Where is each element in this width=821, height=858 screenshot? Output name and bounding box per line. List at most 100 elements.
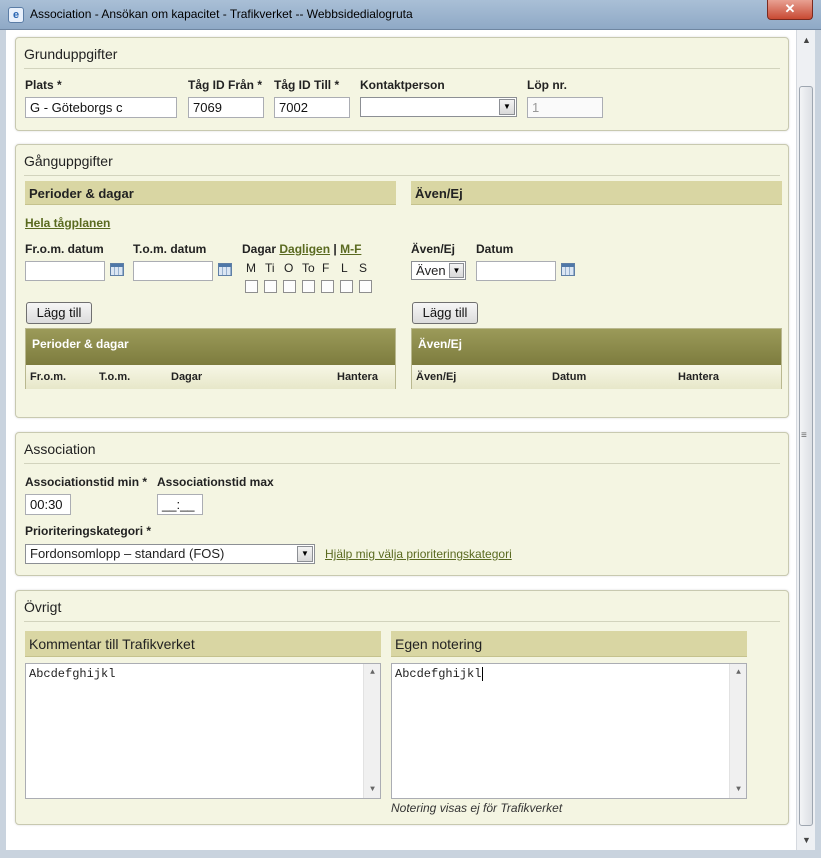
associationstid-min-input[interactable]: 00:30: [25, 494, 71, 515]
aven-header: Även/Ej: [411, 181, 782, 205]
lop-nr-input: 1: [527, 97, 603, 118]
tom-datum-label: T.o.m. datum: [133, 242, 207, 256]
col-datum: Datum: [552, 371, 587, 383]
prioriteringskategori-label: Prioriteringskategori *: [25, 524, 152, 538]
fieldset-ovrigt: Övrigt Kommentar till Trafikverket Abcde…: [15, 590, 789, 825]
plats-input[interactable]: G - Göteborgs c: [25, 97, 177, 118]
window-titlebar: e Association - Ansökan om kapacitet - T…: [0, 0, 821, 30]
m-f-link[interactable]: M-F: [340, 242, 361, 256]
kommentar-text: Abcdefghijkl: [29, 667, 116, 681]
scroll-up-icon[interactable]: ▲: [364, 668, 381, 677]
scroll-up-icon[interactable]: ▲: [730, 668, 747, 677]
tom-datum-input[interactable]: [133, 261, 213, 281]
legend-ganguppgifter: Gånguppgifter: [24, 153, 113, 169]
aven-ej-select[interactable]: Även ▼: [411, 261, 466, 280]
dagar-label: Dagar Dagligen | M-F: [242, 242, 361, 256]
perioder-grid-title: Perioder & dagar: [26, 329, 395, 365]
scrollbar[interactable]: ▲ ▼: [363, 664, 380, 798]
lagg-till-perioder-button[interactable]: Lägg till: [26, 302, 92, 324]
from-datum-label: Fr.o.m. datum: [25, 242, 104, 256]
close-window-button[interactable]: ✕: [767, 0, 813, 20]
day-label-o: O: [284, 261, 294, 275]
calendar-icon[interactable]: [561, 263, 575, 276]
tag-id-till-label: Tåg ID Till *: [274, 78, 340, 92]
help-prioriteringskategori-link[interactable]: Hjälp mig välja prioriteringskategori: [325, 547, 512, 561]
egen-notering-text: Abcdefghijkl: [395, 667, 482, 681]
scroll-down-icon[interactable]: ▼: [364, 785, 381, 794]
day-label-s: S: [359, 261, 368, 275]
calendar-icon[interactable]: [110, 263, 124, 276]
fieldset-ganguppgifter: Gånguppgifter Perioder & dagar Även/Ej H…: [15, 144, 789, 418]
associationstid-min-label: Associationstid min *: [25, 475, 148, 489]
scroll-up-icon[interactable]: ▲: [797, 32, 816, 48]
col-tom: T.o.m.: [99, 371, 131, 383]
dialog-content: Grunduppgifter Plats * G - Göteborgs c T…: [6, 30, 796, 850]
chevron-down-icon[interactable]: ▼: [499, 99, 515, 115]
perioder-header: Perioder & dagar: [25, 181, 396, 205]
separator: |: [333, 242, 337, 256]
text-cursor: [482, 667, 484, 681]
plats-label: Plats *: [25, 78, 62, 92]
fieldset-grunduppgifter: Grunduppgifter Plats * G - Göteborgs c T…: [15, 37, 789, 131]
day-checkbox-f[interactable]: [321, 280, 334, 293]
day-checkbox-m[interactable]: [245, 280, 258, 293]
aven-grid-columns: Även/Ej Datum Hantera: [412, 365, 781, 389]
col-hantera: Hantera: [678, 371, 719, 383]
day-label-m: M: [246, 261, 256, 275]
lagg-till-aven-button[interactable]: Lägg till: [412, 302, 478, 324]
col-dagar: Dagar: [171, 371, 203, 383]
day-checkbox-o[interactable]: [283, 280, 296, 293]
datum-input[interactable]: [476, 261, 556, 281]
dagligen-link[interactable]: Dagligen: [279, 242, 330, 256]
scroll-down-icon[interactable]: ▼: [730, 785, 747, 794]
kontaktperson-label: Kontaktperson: [360, 78, 445, 92]
hela-tagplanen-link[interactable]: Hela tågplanen: [25, 216, 110, 230]
divider: [24, 68, 780, 69]
scrollbar-thumb[interactable]: [799, 86, 813, 826]
aven-grid: Även/Ej Även/Ej Datum Hantera: [411, 328, 782, 389]
aven-grid-title: Även/Ej: [412, 329, 781, 365]
aven-ej-value: Även: [416, 263, 446, 278]
perioder-grid-columns: Fr.o.m. T.o.m. Dagar Hantera: [26, 365, 395, 389]
tag-id-fran-input[interactable]: 7069: [188, 97, 264, 118]
divider: [24, 621, 780, 622]
col-hantera: Hantera: [337, 371, 378, 383]
datum-label: Datum: [476, 242, 514, 256]
scrollbar[interactable]: ▲ ▼: [729, 664, 746, 798]
aven-ej-label: Även/Ej: [411, 242, 456, 256]
grip-icon: ≡: [801, 430, 807, 441]
scroll-down-icon[interactable]: ▼: [797, 832, 816, 848]
fieldset-association: Association Associationstid min * 00:30 …: [15, 432, 789, 576]
notering-info: Notering visas ej för Trafikverket: [391, 801, 563, 815]
window-scrollbar[interactable]: ▲ ≡ ▼: [796, 30, 815, 850]
legend-association: Association: [24, 441, 96, 457]
tag-id-till-input[interactable]: 7002: [274, 97, 350, 118]
lop-nr-label: Löp nr.: [527, 78, 567, 92]
kommentar-header: Kommentar till Trafikverket: [25, 631, 381, 657]
prioriteringskategori-value: Fordonsomlopp – standard (FOS): [30, 546, 225, 561]
day-label-l: L: [341, 261, 348, 275]
chevron-down-icon[interactable]: ▼: [449, 263, 464, 278]
associationstid-max-label: Associationstid max: [157, 475, 274, 489]
associationstid-max-input[interactable]: __:__: [157, 494, 203, 515]
legend-ovrigt: Övrigt: [24, 599, 62, 615]
ie-app-icon: e: [8, 7, 24, 23]
day-label-f: F: [322, 261, 330, 275]
day-label-to: To: [302, 261, 315, 275]
kontaktperson-select[interactable]: ▼: [360, 97, 517, 117]
calendar-icon[interactable]: [218, 263, 232, 276]
day-checkbox-ti[interactable]: [264, 280, 277, 293]
chevron-down-icon[interactable]: ▼: [297, 546, 313, 562]
col-from: Fr.o.m.: [30, 371, 67, 383]
kommentar-textarea[interactable]: Abcdefghijkl ▲ ▼: [25, 663, 381, 799]
from-datum-input[interactable]: [25, 261, 105, 281]
day-checkbox-to[interactable]: [302, 280, 315, 293]
day-checkbox-l[interactable]: [340, 280, 353, 293]
tag-id-fran-label: Tåg ID Från *: [188, 78, 263, 92]
divider: [24, 175, 780, 176]
divider: [24, 463, 780, 464]
day-checkbox-s[interactable]: [359, 280, 372, 293]
perioder-grid: Perioder & dagar Fr.o.m. T.o.m. Dagar Ha…: [25, 328, 396, 389]
egen-notering-textarea[interactable]: Abcdefghijkl ▲ ▼: [391, 663, 747, 799]
prioriteringskategori-select[interactable]: Fordonsomlopp – standard (FOS) ▼: [25, 544, 315, 564]
